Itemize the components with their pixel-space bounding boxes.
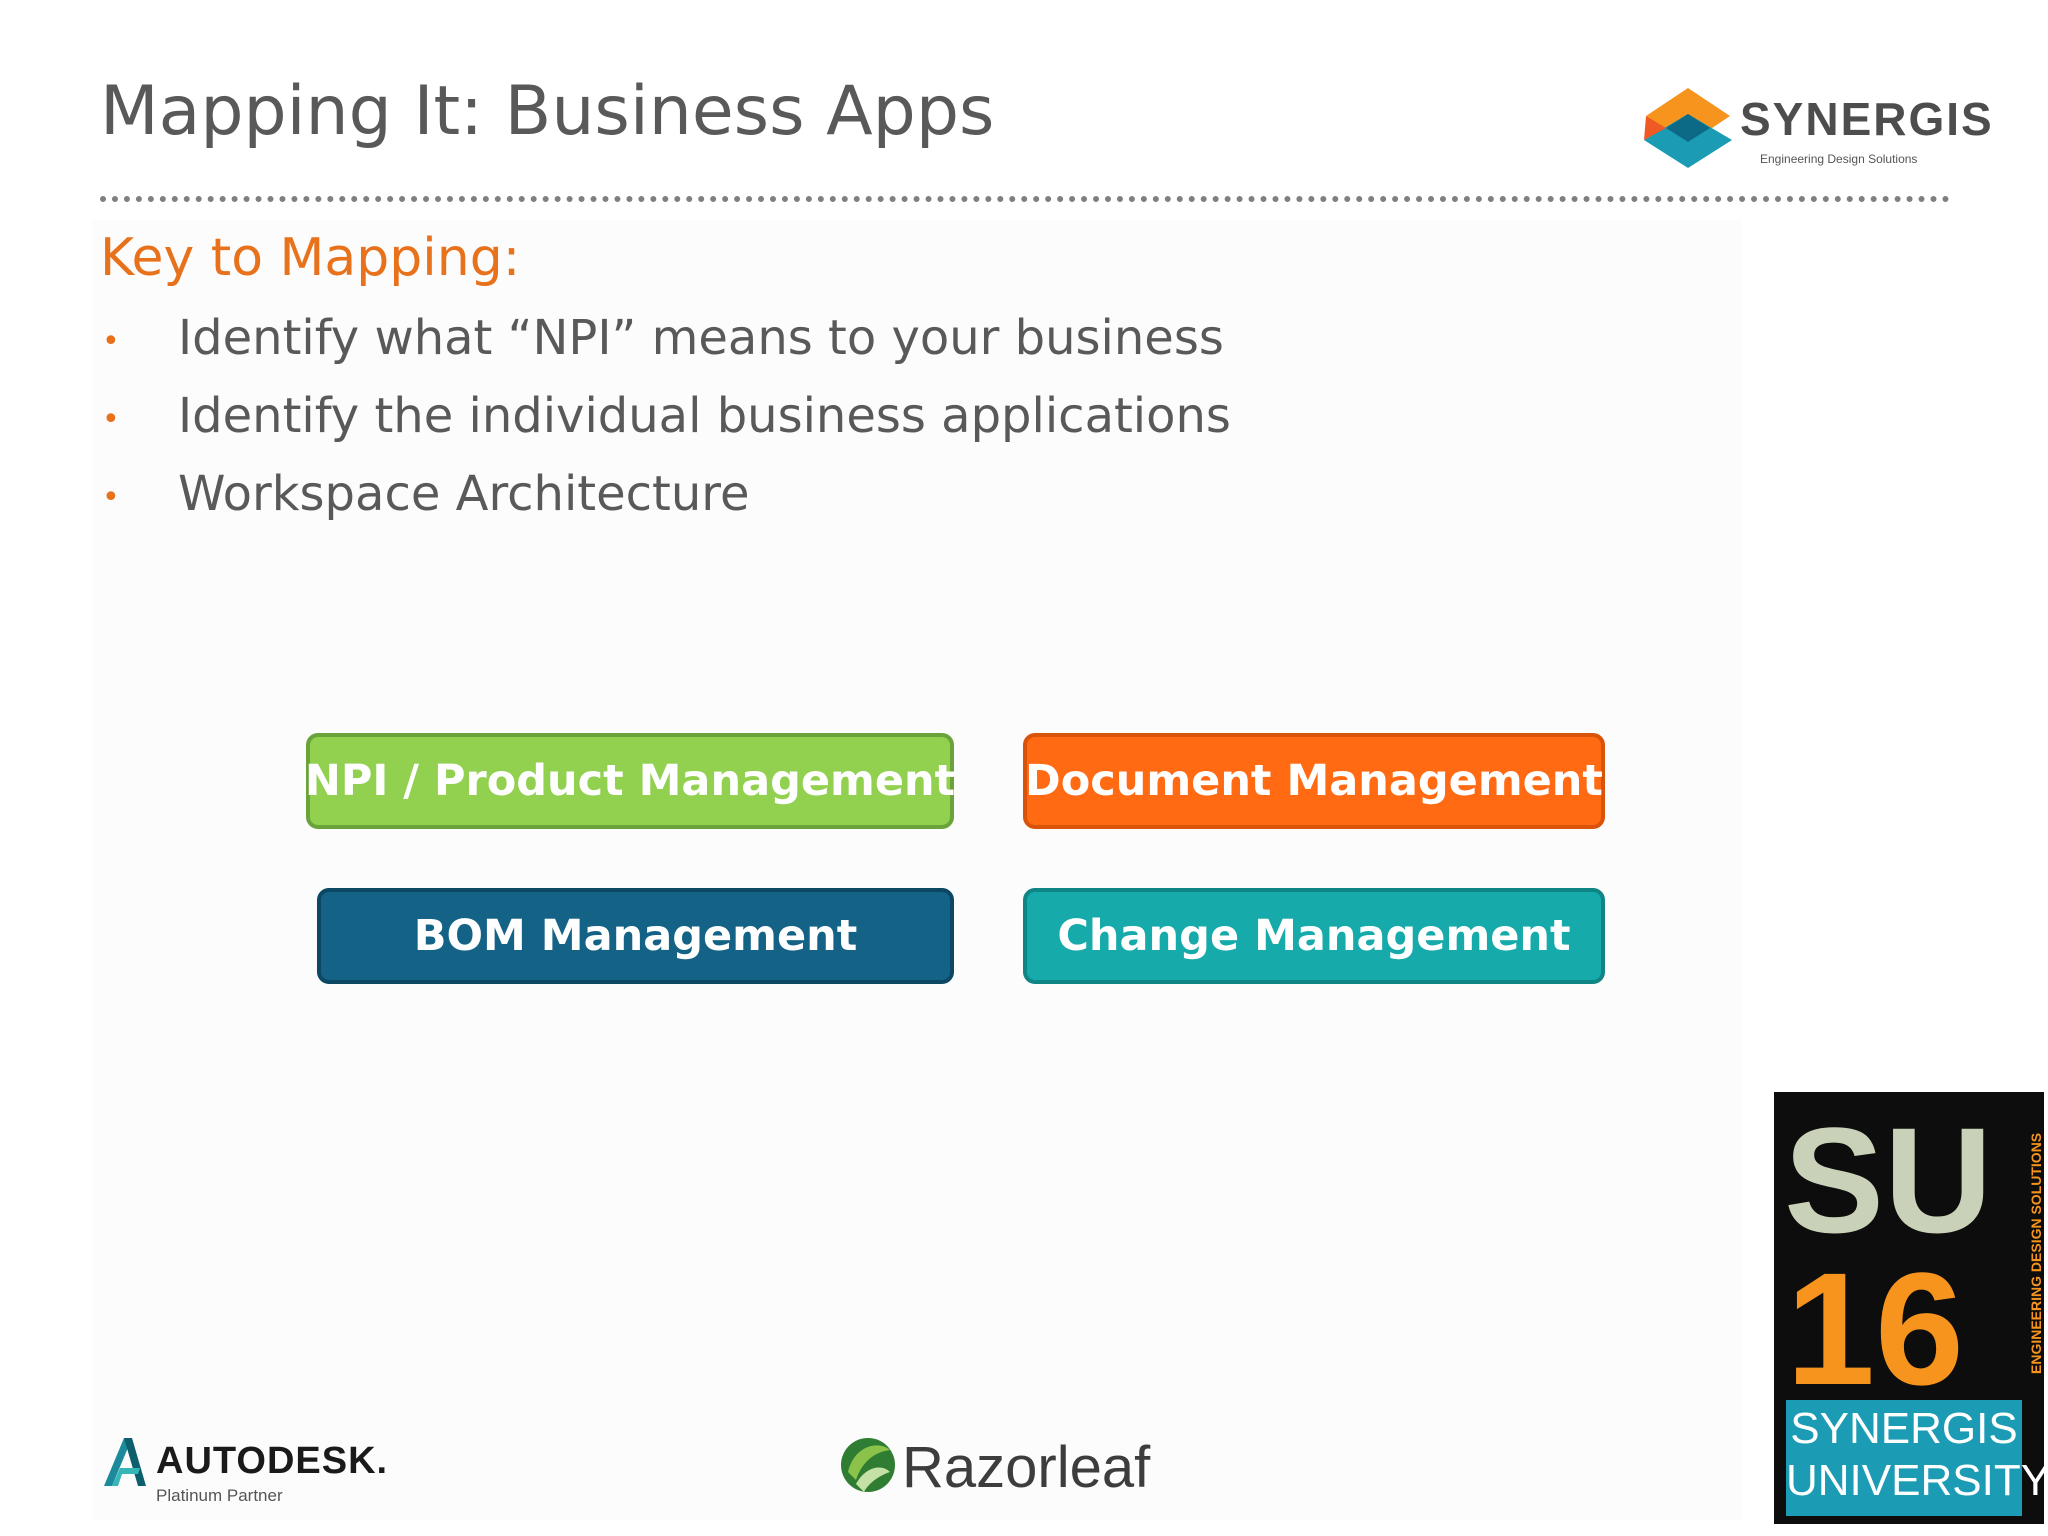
autodesk-tagline: Platinum Partner	[156, 1486, 283, 1505]
npi-product-management-label: NPI / Product Management	[304, 756, 956, 806]
su-line-university: UNIVERSITY	[1786, 1456, 2048, 1505]
razorleaf-leaf-icon	[841, 1438, 895, 1492]
bom-management-label: BOM Management	[413, 911, 858, 961]
razorleaf-wordmark: Razorleaf	[902, 1435, 1151, 1500]
autodesk-a-icon	[104, 1438, 146, 1486]
bullet-dot-icon: •	[102, 324, 120, 359]
autodesk-logo: AUTODESK. Platinum Partner	[100, 1434, 390, 1514]
document-management-box: Document Management	[1023, 733, 1605, 829]
synergis-logo: SYNERGIS Engineering Design Solutions	[1640, 86, 1992, 176]
synergis-university-logo: SU 16 ENGINEERING DESIGN SOLUTIONS SYNER…	[1774, 1092, 2048, 1524]
bullet-dot-icon: •	[102, 480, 120, 515]
synergis-diamond-icon	[1644, 88, 1732, 168]
autodesk-wordmark: AUTODESK.	[156, 1440, 389, 1482]
bullet-text: Identify what “NPI” means to your busine…	[178, 310, 1224, 366]
change-management-label: Change Management	[1057, 911, 1571, 961]
bullet-dot-icon: •	[102, 402, 120, 437]
su-line-synergis: SYNERGIS	[1790, 1404, 2018, 1453]
synergis-wordmark: SYNERGIS	[1740, 93, 1994, 145]
su-band: SYNERGIS UNIVERSITY	[1786, 1400, 2048, 1516]
title-divider	[100, 196, 1950, 202]
synergis-tagline: Engineering Design Solutions	[1760, 152, 1918, 166]
document-management-label: Document Management	[1025, 756, 1603, 806]
change-management-box: Change Management	[1023, 888, 1605, 984]
su16-mark-icon: SU 16	[1784, 1096, 1992, 1418]
su-side-text: ENGINEERING DESIGN SOLUTIONS	[2028, 1132, 2044, 1374]
bom-management-box: BOM Management	[317, 888, 954, 984]
npi-product-management-box: NPI / Product Management	[304, 733, 956, 829]
su-year: 16	[1786, 1239, 1964, 1392]
slide-title: Mapping It: Business Apps	[100, 72, 995, 151]
razorleaf-logo: Razorleaf	[838, 1432, 1158, 1512]
bullet-text: Workspace Architecture	[178, 466, 750, 522]
section-heading: Key to Mapping:	[100, 228, 521, 288]
bullet-text: Identify the individual business applica…	[178, 388, 1231, 444]
